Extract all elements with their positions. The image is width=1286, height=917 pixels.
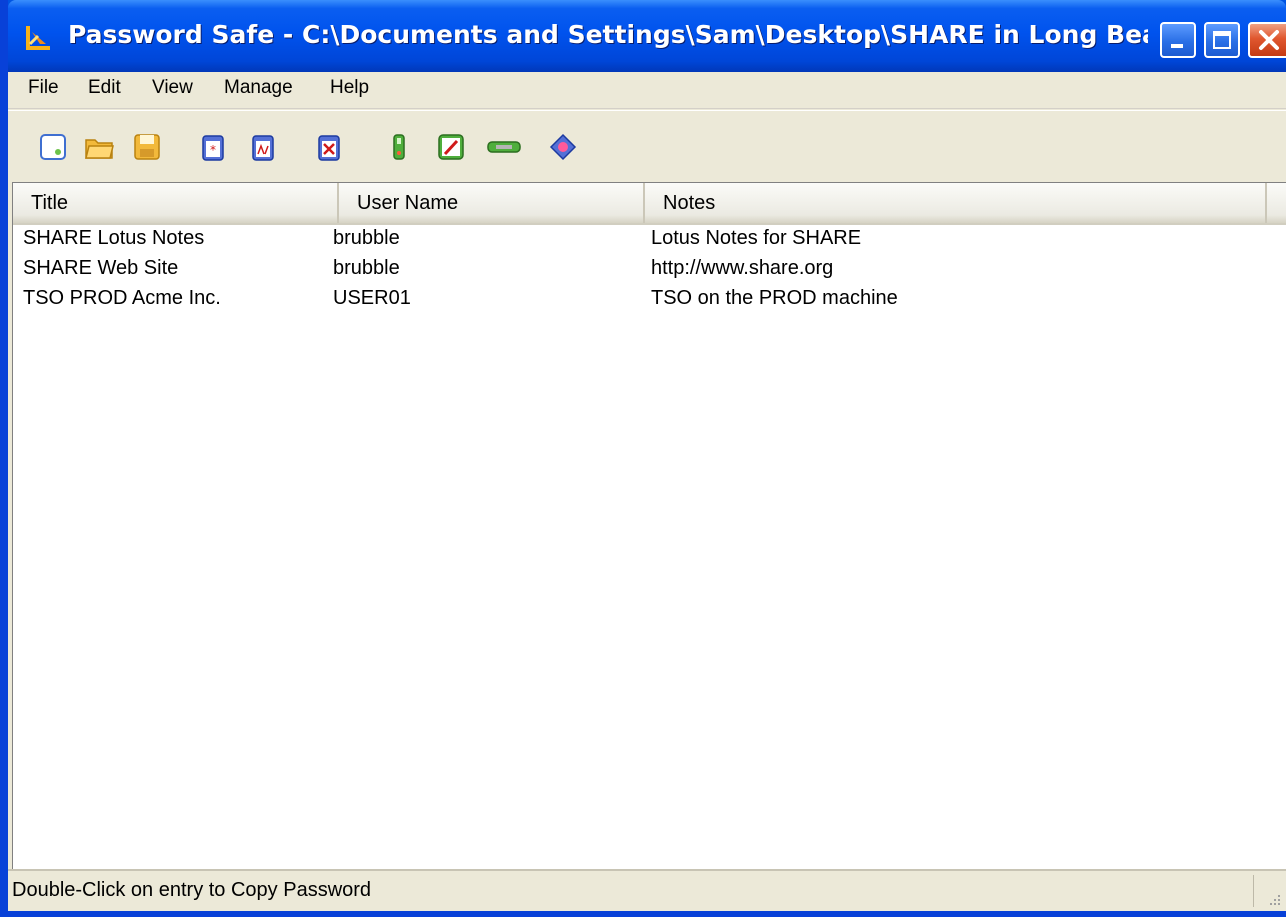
client-area: File Edit View Manage Help * Title User … <box>8 72 1286 911</box>
maximize-button[interactable] <box>1204 22 1240 58</box>
password-safe-logo-icon <box>26 26 50 50</box>
column-header-user-name[interactable]: User Name <box>339 183 645 223</box>
app-window: Password Safe - C:\Documents and Setting… <box>0 0 1286 917</box>
clear-clipboard-icon[interactable] <box>314 132 344 162</box>
entry-user-name: brubble <box>333 227 400 249</box>
svg-text:*: * <box>210 143 216 157</box>
delete-entry-icon[interactable] <box>484 132 524 162</box>
entry-user-name: brubble <box>333 257 400 279</box>
copy-username-icon[interactable] <box>248 132 278 162</box>
open-database-icon[interactable] <box>84 132 114 162</box>
window-title: Password Safe - C:\Documents and Setting… <box>68 20 1148 49</box>
table-row[interactable]: SHARE Web Site brubble http://www.share.… <box>13 257 1286 287</box>
table-row[interactable]: SHARE Lotus Notes brubble Lotus Notes fo… <box>13 227 1286 257</box>
copy-password-icon[interactable]: * <box>198 132 228 162</box>
menu-edit[interactable]: Edit <box>88 77 121 99</box>
entry-notes: TSO on the PROD machine <box>651 287 898 309</box>
title-bar[interactable]: Password Safe - C:\Documents and Setting… <box>8 0 1286 72</box>
resize-grip-icon[interactable] <box>1268 893 1282 907</box>
entry-title: SHARE Web Site <box>23 257 179 279</box>
maximize-icon <box>1213 31 1231 49</box>
help-icon[interactable] <box>548 132 578 162</box>
menu-file[interactable]: File <box>28 77 59 99</box>
new-database-icon[interactable] <box>38 132 68 162</box>
minimize-icon <box>1171 44 1183 48</box>
status-text: Double-Click on entry to Copy Password <box>12 879 372 901</box>
add-entry-icon[interactable] <box>384 132 414 162</box>
close-icon <box>1259 30 1279 50</box>
menu-view[interactable]: View <box>152 77 193 99</box>
menu-help[interactable]: Help <box>330 77 369 99</box>
entry-title: TSO PROD Acme Inc. <box>23 287 221 309</box>
column-header-notes[interactable]: Notes <box>645 183 1267 223</box>
status-bar: Double-Click on entry to Copy Password <box>8 869 1286 911</box>
table-row[interactable]: TSO PROD Acme Inc. USER01 TSO on the PRO… <box>13 287 1286 317</box>
column-header-title[interactable]: Title <box>13 183 339 223</box>
entry-notes: Lotus Notes for SHARE <box>651 227 862 249</box>
save-database-icon[interactable] <box>132 132 162 162</box>
menu-bar: File Edit View Manage Help <box>8 72 1286 109</box>
entry-notes: http://www.share.org <box>651 257 834 279</box>
minimize-button[interactable] <box>1160 22 1196 58</box>
close-button[interactable] <box>1248 22 1286 58</box>
menu-manage[interactable]: Manage <box>224 77 293 99</box>
entry-list[interactable]: Title User Name Notes SHARE Lotus Notes … <box>12 182 1286 876</box>
list-header: Title User Name Notes <box>13 183 1286 225</box>
entry-title: SHARE Lotus Notes <box>23 227 205 249</box>
edit-entry-icon[interactable] <box>436 132 466 162</box>
entry-user-name: USER01 <box>333 287 411 309</box>
